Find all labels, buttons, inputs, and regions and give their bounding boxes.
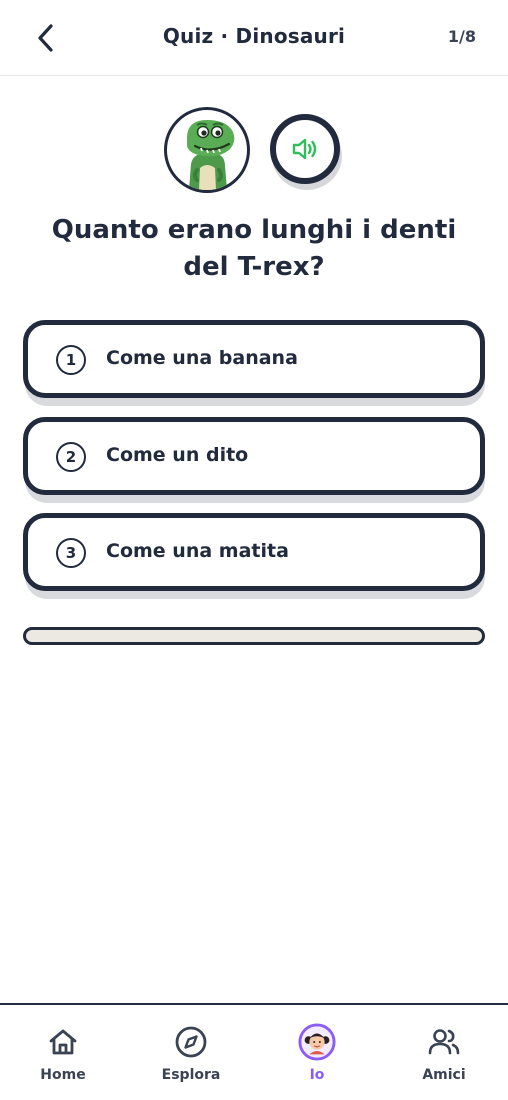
quiz-progress-bar [23,627,485,645]
option-label: Come una banana [106,347,298,369]
option-label: Come un dito [106,444,249,466]
nav-item-explore[interactable]: Esplora [136,1023,246,1083]
option-number-badge: 3 [56,538,86,568]
play-audio-button[interactable] [270,114,344,190]
question-counter: 1/8 [447,27,476,46]
question-text: Quanto erano lunghi i denti del T-rex? [30,212,478,286]
nav-label: Home [40,1067,86,1083]
nav-item-me[interactable]: Io [262,1023,372,1083]
header: Quiz · Dinosauri 1/8 [0,0,508,76]
answer-option-3[interactable]: 3 Come una matita [23,513,485,599]
question-line-2: del T-rex? [183,252,325,282]
avatar-icon [298,1023,336,1061]
nav-label: Io [309,1067,325,1083]
bottom-navigation: Home Esplora Io Amici [0,1003,508,1100]
nav-item-friends[interactable]: Amici [389,1023,499,1083]
compass-icon [175,1026,207,1058]
trex-icon [187,120,235,190]
dino-avatar [164,107,250,193]
option-number-badge: 1 [56,345,86,375]
page-title: Quiz · Dinosauri [162,24,346,48]
option-face: 2 Come un dito [23,417,485,495]
question-line-1: Quanto erano lunghi i denti [51,215,457,245]
option-number-badge: 2 [56,442,86,472]
nav-label: Esplora [161,1067,221,1083]
option-face: 3 Come una matita [23,513,485,591]
answer-option-2[interactable]: 2 Come un dito [23,417,485,503]
nav-item-home[interactable]: Home [8,1023,118,1083]
friends-icon [428,1029,460,1055]
answer-option-1[interactable]: 1 Come una banana [23,320,485,406]
button-face [270,114,340,184]
option-face: 1 Come una banana [23,320,485,398]
nav-label: Amici [422,1067,466,1083]
speaker-icon [292,138,317,160]
home-icon [49,1029,77,1055]
option-label: Come una matita [106,540,289,562]
